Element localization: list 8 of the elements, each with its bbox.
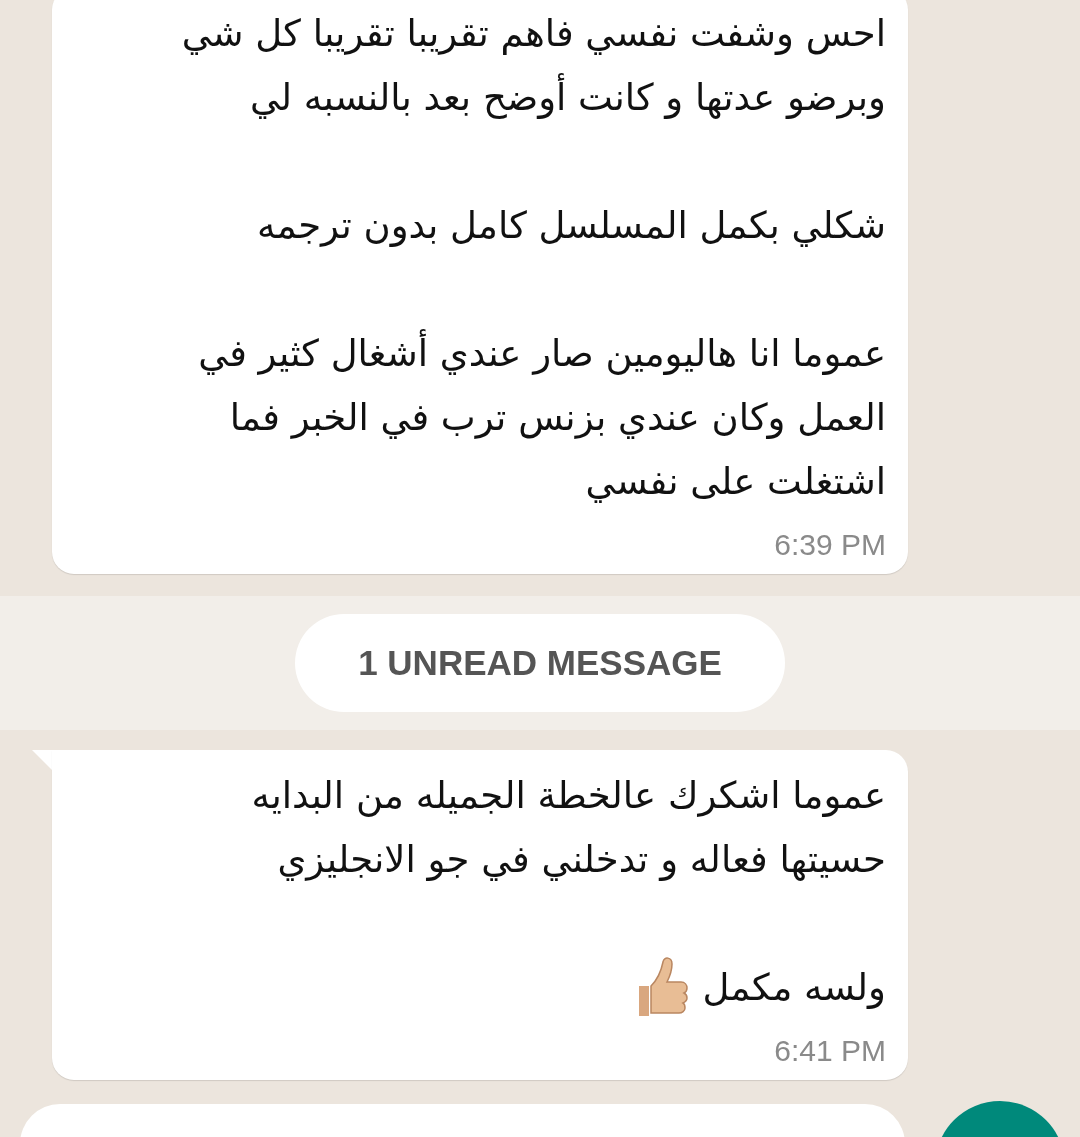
message-text: شكلي بكمل المسلسل كامل بدون ترجمه [257, 203, 886, 249]
message-text: عموما اشكرك عالخطة الجميله من البدايه حسيتها فعاله و تدخلني في جو الانجليزي [251, 773, 886, 883]
message-time: 6:39 PM [774, 528, 886, 562]
unread-banner: 1 UNREAD MESSAGE [295, 614, 785, 712]
message-text: احس وشفت نفسي فاهم تقريبا تقريبا كل شي وبرضو عدتها و كانت أوضح بعد بالنسبه لي [181, 11, 886, 121]
message-time: 6:41 PM [774, 1034, 886, 1068]
message-text: عموما انا هاليومين صار عندي أشغال كثير في العمل وكان عندي بزنس ترب في الخبر فما اشتغلت على نفسي [198, 322, 886, 514]
message-text: ولسه مكمل [702, 965, 886, 1011]
